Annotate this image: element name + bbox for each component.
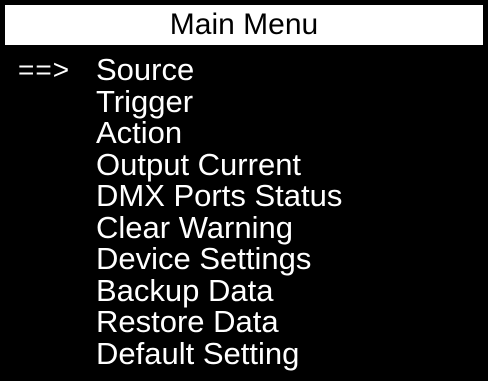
menu-item-backup-data[interactable]: Backup Data xyxy=(96,274,342,307)
menu-item-source[interactable]: Source xyxy=(96,54,342,86)
menu-item-trigger[interactable]: Trigger xyxy=(96,85,342,118)
menu-item-restore-data[interactable]: Restore Data xyxy=(96,306,342,338)
lcd-screen: Main Menu ==> Source Trigger Action Outp… xyxy=(0,0,488,381)
menu-item-device-settings[interactable]: Device Settings xyxy=(96,243,342,275)
menu-item-clear-warning[interactable]: Clear Warning xyxy=(96,211,342,244)
menu-item-default-setting[interactable]: Default Setting xyxy=(96,337,342,370)
menu-item-output-current[interactable]: Output Current xyxy=(96,148,342,181)
menu-item-dmx-ports-status[interactable]: DMX Ports Status xyxy=(96,180,342,212)
main-menu-list: Source Trigger Action Output Current DMX… xyxy=(96,54,342,369)
menu-item-action[interactable]: Action xyxy=(96,117,342,149)
selection-cursor: ==> xyxy=(18,54,71,85)
page-title: Main Menu xyxy=(5,5,483,45)
